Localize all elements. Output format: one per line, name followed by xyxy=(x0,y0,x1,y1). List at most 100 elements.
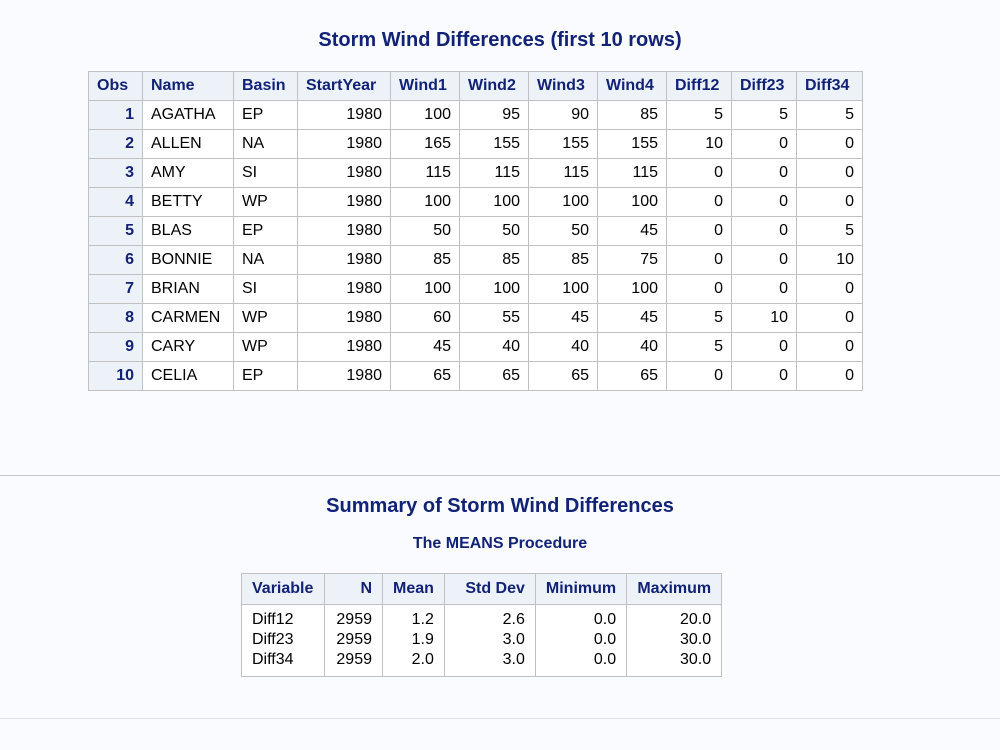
table-row: 4 BETTY WP 1980 100 100 100 100 0 0 0 xyxy=(88,187,863,217)
column-header-diff12: Diff12 xyxy=(666,71,732,101)
table-cell: CARMEN xyxy=(142,303,234,333)
obs-number-cell: 6 xyxy=(88,245,143,275)
table-cell: 1980 xyxy=(297,332,391,362)
obs-number-cell: 9 xyxy=(88,332,143,362)
summary-column-cell: 2.6 3.0 3.0 xyxy=(443,604,536,677)
table-cell: 50 xyxy=(528,216,598,246)
table-cell: 5 xyxy=(666,100,732,130)
table-cell: 0 xyxy=(666,216,732,246)
table-cell: 85 xyxy=(459,245,529,275)
table-cell: NA xyxy=(233,129,298,159)
table-cell: 10 xyxy=(666,129,732,159)
summary-header-mean: Mean xyxy=(382,573,445,605)
table-row: 7 BRIAN SI 1980 100 100 100 100 0 0 0 xyxy=(88,274,863,304)
summary-value: 0.0 xyxy=(593,651,617,668)
table-cell: 5 xyxy=(796,216,863,246)
summary-value: 0.0 xyxy=(593,631,617,648)
table-cell: EP xyxy=(233,361,298,391)
table-cell: 0 xyxy=(796,274,863,304)
page-title: Storm Wind Differences (first 10 rows) xyxy=(318,29,682,51)
table-cell: BLAS xyxy=(142,216,234,246)
summary-value: 3.0 xyxy=(502,651,525,668)
table-cell: 0 xyxy=(796,361,863,391)
table-cell: AGATHA xyxy=(142,100,234,130)
table-cell: 5 xyxy=(666,303,732,333)
table-cell: 45 xyxy=(528,303,598,333)
table-cell: BRIAN xyxy=(142,274,234,304)
table-cell: 0 xyxy=(731,216,797,246)
table-cell: 60 xyxy=(390,303,460,333)
procedure-subtitle: The MEANS Procedure xyxy=(412,535,588,552)
table-cell: 165 xyxy=(390,129,460,159)
table-cell: 100 xyxy=(390,274,460,304)
summary-value: Diff34 xyxy=(252,651,294,668)
table-row: 9 CARY WP 1980 45 40 40 40 5 0 0 xyxy=(88,332,863,362)
table-cell: 0 xyxy=(796,129,863,159)
table-cell: 45 xyxy=(597,303,667,333)
table-cell: 0 xyxy=(731,245,797,275)
table-cell: BETTY xyxy=(142,187,234,217)
summary-column-cell: Diff12 Diff23 Diff34 xyxy=(241,604,325,677)
column-header-obs: Obs xyxy=(88,71,143,101)
table-cell: WP xyxy=(233,303,298,333)
table-cell: 0 xyxy=(796,158,863,188)
table-cell: 85 xyxy=(390,245,460,275)
summary-header-n: N xyxy=(324,573,383,605)
table-cell: 0 xyxy=(666,245,732,275)
table-row: 8 CARMEN WP 1980 60 55 45 45 5 10 0 xyxy=(88,303,863,333)
storm-wind-table: Obs Name Basin StartYear Wind1 Wind2 Wind3 Wind… xyxy=(88,71,863,391)
table-cell: ALLEN xyxy=(142,129,234,159)
table-cell: 1980 xyxy=(297,187,391,217)
summary-value: 1.9 xyxy=(411,631,434,648)
table-cell: CELIA xyxy=(142,361,234,391)
obs-number-cell: 10 xyxy=(88,361,143,391)
table-cell: AMY xyxy=(142,158,234,188)
summary-value: 2.0 xyxy=(411,651,434,668)
column-header-startyear: StartYear xyxy=(297,71,391,101)
table-cell: 50 xyxy=(459,216,529,246)
table-cell: 40 xyxy=(459,332,529,362)
table-cell: 55 xyxy=(459,303,529,333)
obs-number-cell: 4 xyxy=(88,187,143,217)
table-cell: 0 xyxy=(796,303,863,333)
summary-header-maximum: Maximum xyxy=(626,573,723,605)
summary-value: 1.2 xyxy=(411,611,434,628)
table-cell: 100 xyxy=(597,274,667,304)
table-cell: 10 xyxy=(796,245,863,275)
table-cell: 1980 xyxy=(297,361,391,391)
table-cell: 65 xyxy=(390,361,460,391)
column-header-basin: Basin xyxy=(233,71,298,101)
table-cell: 0 xyxy=(666,187,732,217)
table-header-row: Obs Name Basin StartYear Wind1 Wind2 Wind3 Wind… xyxy=(88,71,863,101)
summary-column-cell: 0.0 0.0 0.0 xyxy=(534,604,628,677)
table-cell: 0 xyxy=(731,361,797,391)
summary-data-row: Diff12 Diff23 Diff34 2959 2959 2959 1.2 1.9 2.0 2… xyxy=(241,604,723,677)
table-cell: 155 xyxy=(528,129,598,159)
summary-value: 30.0 xyxy=(679,651,712,668)
column-header-diff23: Diff23 xyxy=(731,71,797,101)
summary-column-cell: 1.2 1.9 2.0 xyxy=(382,604,445,677)
table-cell: 50 xyxy=(390,216,460,246)
table-cell: 115 xyxy=(597,158,667,188)
table-cell: WP xyxy=(233,332,298,362)
obs-number-cell: 2 xyxy=(88,129,143,159)
summary-value: 20.0 xyxy=(679,611,712,628)
table-cell: 65 xyxy=(597,361,667,391)
table-cell: 90 xyxy=(528,100,598,130)
table-cell: 0 xyxy=(731,187,797,217)
table-cell: 0 xyxy=(731,332,797,362)
table-cell: 5 xyxy=(731,100,797,130)
summary-column-cell: 2959 2959 2959 xyxy=(324,604,383,677)
table-cell: 1980 xyxy=(297,303,391,333)
column-header-wind3: Wind3 xyxy=(528,71,598,101)
table-cell: 85 xyxy=(528,245,598,275)
obs-number-cell: 7 xyxy=(88,274,143,304)
summary-column-cell: 20.0 30.0 30.0 xyxy=(626,604,723,677)
table-cell: 100 xyxy=(459,187,529,217)
table-cell: 0 xyxy=(796,187,863,217)
table-cell: 1980 xyxy=(297,100,391,130)
table-cell: 75 xyxy=(597,245,667,275)
table-row: 3 AMY SI 1980 115 115 115 115 0 0 0 xyxy=(88,158,863,188)
table-cell: 0 xyxy=(796,332,863,362)
means-summary-table: Variable N Mean Std Dev Minimum Maximum Diff1… xyxy=(241,573,723,677)
